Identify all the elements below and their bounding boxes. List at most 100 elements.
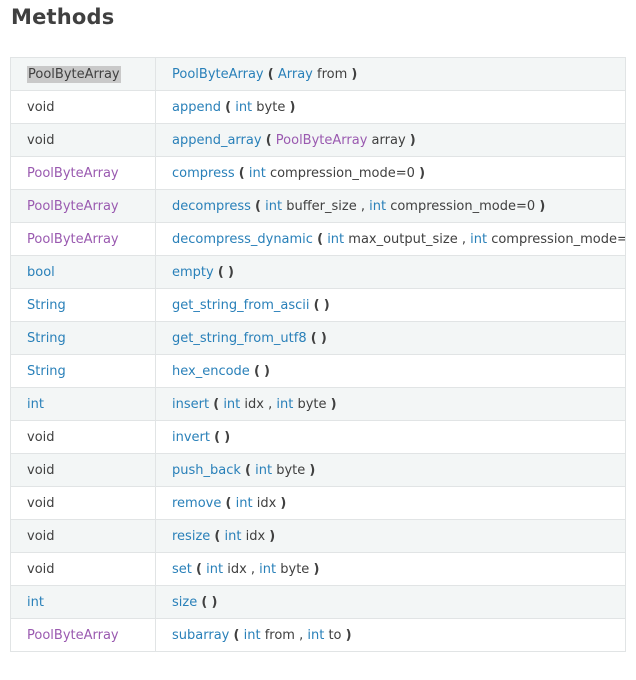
arg-type-link[interactable]: PoolByteArray	[276, 133, 368, 148]
method-name-link[interactable]: push_back	[172, 463, 241, 478]
close-paren: )	[345, 627, 352, 643]
arg-name: idx	[245, 528, 266, 544]
method-name-link[interactable]: size	[172, 595, 197, 610]
return-type[interactable]: int	[27, 397, 44, 412]
arg-type-link[interactable]: int	[369, 199, 386, 214]
return-type-cell: void	[10, 552, 156, 586]
method-row: int insert ( int idx , int byte )	[10, 387, 626, 421]
method-row: PoolByteArray decompress ( int buffer_siz…	[10, 189, 626, 223]
method-name-link[interactable]: hex_encode	[172, 364, 250, 379]
open-paren: (	[214, 528, 221, 544]
return-type-cell: PoolByteArray	[10, 57, 156, 91]
return-type-cell: PoolByteArray	[10, 618, 156, 652]
open-paren: (	[213, 396, 220, 412]
method-name-link[interactable]: subarray	[172, 628, 229, 643]
method-name-link[interactable]: get_string_from_ascii	[172, 298, 310, 313]
close-paren: )	[313, 561, 320, 577]
arg-type-link[interactable]: Array	[278, 67, 313, 82]
method-name-link[interactable]: invert	[172, 430, 210, 445]
arg-type-link[interactable]: int	[255, 463, 272, 478]
method-signature-cell: set ( int idx , int byte )	[155, 552, 626, 586]
close-paren: )	[330, 396, 337, 412]
method-name-link[interactable]: empty	[172, 265, 214, 280]
return-type[interactable]: PoolByteArray	[27, 232, 119, 247]
close-paren: )	[269, 528, 276, 544]
return-type[interactable]: PoolByteArray	[27, 628, 119, 643]
method-name-link[interactable]: remove	[172, 496, 221, 511]
return-type[interactable]: PoolByteArray	[27, 166, 119, 181]
open-paren: (	[214, 429, 221, 445]
arg-type-link[interactable]: int	[223, 397, 240, 412]
open-paren: (	[310, 330, 317, 346]
return-type[interactable]: PoolByteArray	[27, 65, 121, 83]
arg-name: byte	[280, 561, 310, 577]
arg-name: max_output_size	[348, 231, 458, 247]
return-type: void	[27, 132, 55, 148]
method-signature-cell: push_back ( int byte )	[155, 453, 626, 487]
method-name-link[interactable]: decompress	[172, 199, 251, 214]
return-type-cell: String	[10, 288, 156, 322]
methods-table-body: PoolByteArray PoolByteArray ( Array from …	[10, 57, 626, 652]
return-type-cell: PoolByteArray	[10, 156, 156, 190]
method-name-link[interactable]: PoolByteArray	[172, 67, 264, 82]
arg-type-link[interactable]: int	[307, 628, 324, 643]
arg-type-link[interactable]: int	[206, 562, 223, 577]
arg-type-link[interactable]: int	[225, 529, 242, 544]
close-paren: )	[224, 429, 231, 445]
arg-separator: ,	[461, 231, 471, 247]
arg-type-link[interactable]: int	[235, 100, 252, 115]
close-paren: )	[264, 363, 270, 379]
return-type[interactable]: int	[27, 595, 44, 610]
arg-name: buffer_size	[286, 198, 357, 214]
method-row: String get_string_from_utf8 ( )	[10, 321, 626, 355]
return-type: void	[27, 495, 55, 511]
return-type: void	[27, 429, 55, 445]
arg-type-link[interactable]: int	[276, 397, 293, 412]
return-type: void	[27, 462, 55, 478]
arg-type-link[interactable]: int	[236, 496, 253, 511]
method-name-link[interactable]: append_array	[172, 133, 262, 148]
arg-type-link[interactable]: int	[327, 232, 344, 247]
method-row: PoolByteArray compress ( int compression_…	[10, 156, 626, 190]
return-type-cell: bool	[10, 255, 156, 289]
method-name-link[interactable]: append	[172, 100, 221, 115]
method-name-link[interactable]: resize	[172, 529, 210, 544]
arg-type-link[interactable]: int	[259, 562, 276, 577]
close-paren: )	[280, 495, 287, 511]
method-name-link[interactable]: insert	[172, 397, 209, 412]
method-row: bool empty ( )	[10, 255, 626, 289]
method-name-link[interactable]: decompress_dynamic	[172, 232, 313, 247]
methods-table: PoolByteArray PoolByteArray ( Array from …	[10, 57, 626, 652]
method-row: void push_back ( int byte )	[10, 453, 626, 487]
arg-name: from	[264, 627, 295, 643]
arg-type-link[interactable]: int	[265, 199, 282, 214]
return-type: void	[27, 99, 55, 115]
arg-separator: ,	[250, 561, 260, 577]
return-type[interactable]: String	[27, 364, 66, 379]
method-signature-cell: empty ( )	[155, 255, 626, 289]
open-paren: (	[196, 561, 202, 577]
return-type[interactable]: String	[27, 331, 66, 346]
method-row: PoolByteArray decompress_dynamic ( int ma…	[10, 222, 626, 256]
method-row: void resize ( int idx )	[10, 519, 626, 553]
return-type[interactable]: bool	[27, 265, 55, 280]
arg-name: idx	[227, 561, 247, 577]
arg-type-link[interactable]: int	[470, 232, 487, 247]
method-signature-cell: remove ( int idx )	[155, 486, 626, 520]
close-paren: )	[227, 264, 234, 280]
method-name-link[interactable]: set	[172, 562, 192, 577]
arg-name: idx	[256, 495, 277, 511]
arg-type-link[interactable]: int	[249, 166, 266, 181]
method-name-link[interactable]: get_string_from_utf8	[172, 331, 307, 346]
method-name-link[interactable]: compress	[172, 166, 235, 181]
return-type[interactable]: String	[27, 298, 66, 313]
method-row: int size ( )	[10, 585, 626, 619]
method-signature-cell: invert ( )	[155, 420, 626, 454]
arg-type-link[interactable]: int	[244, 628, 261, 643]
return-type-cell: void	[10, 519, 156, 553]
close-paren: )	[419, 165, 426, 181]
return-type[interactable]: PoolByteArray	[27, 199, 119, 214]
arg-name: array	[371, 132, 406, 148]
method-signature-cell: subarray ( int from , int to )	[155, 618, 626, 652]
method-row: String hex_encode ( )	[10, 354, 626, 388]
